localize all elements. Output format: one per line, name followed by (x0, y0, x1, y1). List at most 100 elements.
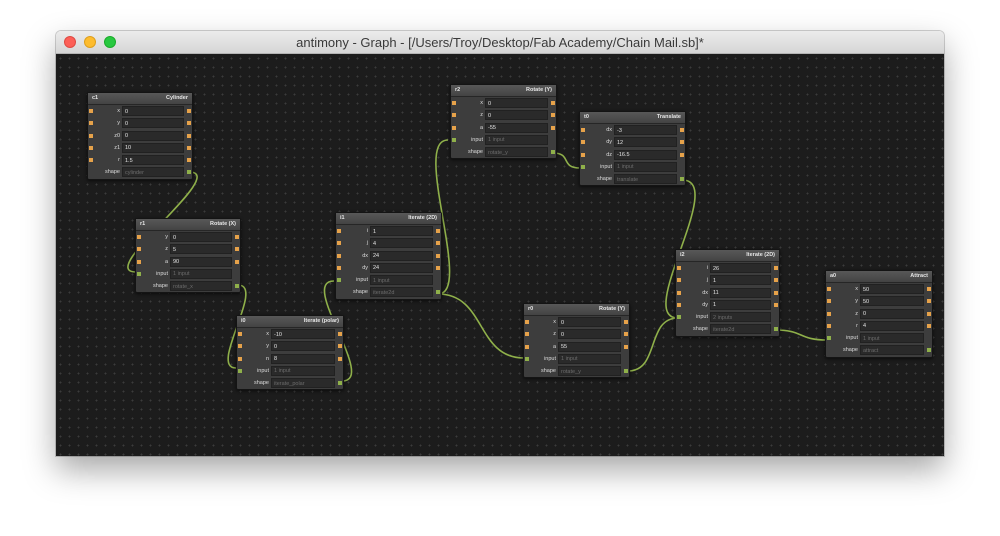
param-value-field[interactable]: 1 (710, 299, 771, 310)
output-port[interactable] (774, 290, 778, 295)
input-port[interactable] (89, 109, 93, 113)
shape-input-port[interactable] (137, 271, 141, 276)
wire-r2-to-t0[interactable] (552, 152, 581, 169)
param-value-field[interactable]: 0 (122, 118, 184, 129)
output-port[interactable] (774, 278, 778, 283)
param-value-field[interactable]: 26 (710, 263, 771, 273)
input-port[interactable] (89, 158, 93, 163)
input-port[interactable] (581, 140, 585, 145)
output-port[interactable] (235, 259, 239, 264)
param-value-field[interactable]: 4 (860, 320, 924, 331)
shape-output-port[interactable] (235, 284, 239, 289)
input-port[interactable] (827, 323, 831, 328)
wire-i2-to-a0[interactable] (774, 329, 828, 341)
input-port[interactable] (827, 299, 831, 304)
wire-i1-to-r0[interactable] (437, 293, 525, 359)
param-value-field[interactable]: 8 (271, 353, 335, 364)
output-port[interactable] (680, 152, 684, 157)
node-header[interactable]: i1 Iterate (2D) (336, 213, 441, 225)
output-port[interactable] (235, 247, 239, 252)
input-port[interactable] (677, 302, 681, 307)
shape-input-port[interactable] (677, 315, 681, 320)
param-value-field[interactable]: 50 (860, 296, 924, 307)
node-header[interactable]: r0 Rotate (Y) (524, 304, 629, 316)
input-port[interactable] (337, 265, 341, 270)
param-value-field[interactable]: 0 (485, 110, 548, 121)
param-value-field[interactable]: 0 (122, 130, 184, 141)
param-value-field[interactable]: 5 (170, 244, 232, 255)
input-port[interactable] (137, 247, 141, 252)
input-port[interactable] (525, 332, 529, 337)
param-value-field[interactable]: 4 (370, 238, 433, 249)
param-value-field[interactable]: 50 (860, 284, 924, 294)
output-port[interactable] (927, 323, 931, 328)
shape-output-field[interactable]: cylinder (122, 167, 184, 178)
node-t0-translate[interactable]: t0 Translate dx -3 dy 12 dz -16.5 input 1 inp… (579, 111, 686, 187)
shape-output-field[interactable]: translate (614, 174, 677, 185)
input-port[interactable] (581, 128, 585, 132)
shape-output-field[interactable]: rotate_x (170, 281, 232, 292)
shape-input-field[interactable]: 1 input (170, 268, 232, 279)
input-port[interactable] (137, 259, 141, 264)
output-port[interactable] (774, 266, 778, 270)
param-value-field[interactable]: 90 (170, 256, 232, 267)
input-port[interactable] (581, 152, 585, 157)
input-port[interactable] (337, 241, 341, 246)
node-i0-iterate-polar[interactable]: i0 Iterate (polar) x -10 y0 n8 input 1 inpu… (236, 315, 344, 391)
shape-output-field[interactable]: rotate_y (558, 366, 621, 377)
node-c1-cylinder[interactable]: c1 Cylinder x0 y0 z0 0 z1 10 r 1.5 shape cyli… (87, 92, 193, 180)
input-port[interactable] (337, 253, 341, 258)
shape-output-port[interactable] (927, 348, 931, 353)
param-value-field[interactable]: -10 (271, 329, 335, 339)
shape-input-port[interactable] (238, 368, 242, 373)
shape-input-port[interactable] (452, 137, 456, 142)
output-port[interactable] (187, 121, 191, 126)
shape-output-field[interactable]: rotate_y (485, 147, 548, 158)
node-i2-iterate-2d[interactable]: i2 Iterate (2D) i 26 j1 dx 11 dy 1 input 2 in… (675, 249, 780, 337)
param-value-field[interactable]: 1 (710, 275, 771, 286)
output-port[interactable] (624, 320, 628, 324)
output-port[interactable] (338, 356, 342, 361)
output-port[interactable] (624, 332, 628, 337)
input-port[interactable] (89, 121, 93, 126)
shape-output-port[interactable] (187, 170, 191, 175)
wire-r0-to-i2[interactable] (627, 317, 679, 372)
input-port[interactable] (452, 113, 456, 118)
input-port[interactable] (452, 125, 456, 130)
input-port[interactable] (89, 145, 93, 150)
param-value-field[interactable]: 10 (122, 142, 184, 153)
node-i1-iterate-2d[interactable]: i1 Iterate (2D) i1 j4 dx 24 dy 24 input 1 in… (335, 212, 442, 300)
param-value-field[interactable]: 0 (485, 98, 548, 108)
shape-input-field[interactable]: 1 input (485, 134, 548, 145)
output-port[interactable] (235, 235, 239, 239)
shape-output-field[interactable]: iterate_polar (271, 378, 335, 389)
node-r2-rotate-y[interactable]: r2 Rotate (Y) x0 z0 a -55 input 1 input sha… (450, 84, 557, 160)
input-port[interactable] (238, 332, 242, 336)
param-value-field[interactable]: 24 (370, 250, 433, 261)
shape-input-field[interactable]: 1 input (558, 353, 621, 364)
param-value-field[interactable]: 1.5 (122, 155, 184, 166)
param-value-field[interactable]: 24 (370, 262, 433, 273)
output-port[interactable] (338, 332, 342, 336)
input-port[interactable] (525, 344, 529, 349)
param-value-field[interactable]: 12 (614, 137, 677, 148)
output-port[interactable] (551, 125, 555, 130)
input-port[interactable] (827, 311, 831, 316)
output-port[interactable] (551, 101, 555, 105)
shape-output-port[interactable] (624, 369, 628, 374)
input-port[interactable] (677, 278, 681, 283)
node-header[interactable]: i0 Iterate (polar) (237, 316, 343, 328)
output-port[interactable] (927, 287, 931, 291)
output-port[interactable] (551, 113, 555, 118)
shape-input-port[interactable] (525, 356, 529, 361)
input-port[interactable] (137, 235, 141, 239)
param-value-field[interactable]: 55 (558, 341, 621, 352)
param-value-field[interactable]: 0 (122, 106, 184, 116)
param-value-field[interactable]: 11 (710, 287, 771, 298)
output-port[interactable] (624, 344, 628, 349)
param-value-field[interactable]: 0 (558, 317, 621, 327)
shape-input-port[interactable] (581, 164, 585, 169)
output-port[interactable] (436, 253, 440, 258)
shape-output-port[interactable] (551, 150, 555, 155)
input-port[interactable] (677, 290, 681, 295)
